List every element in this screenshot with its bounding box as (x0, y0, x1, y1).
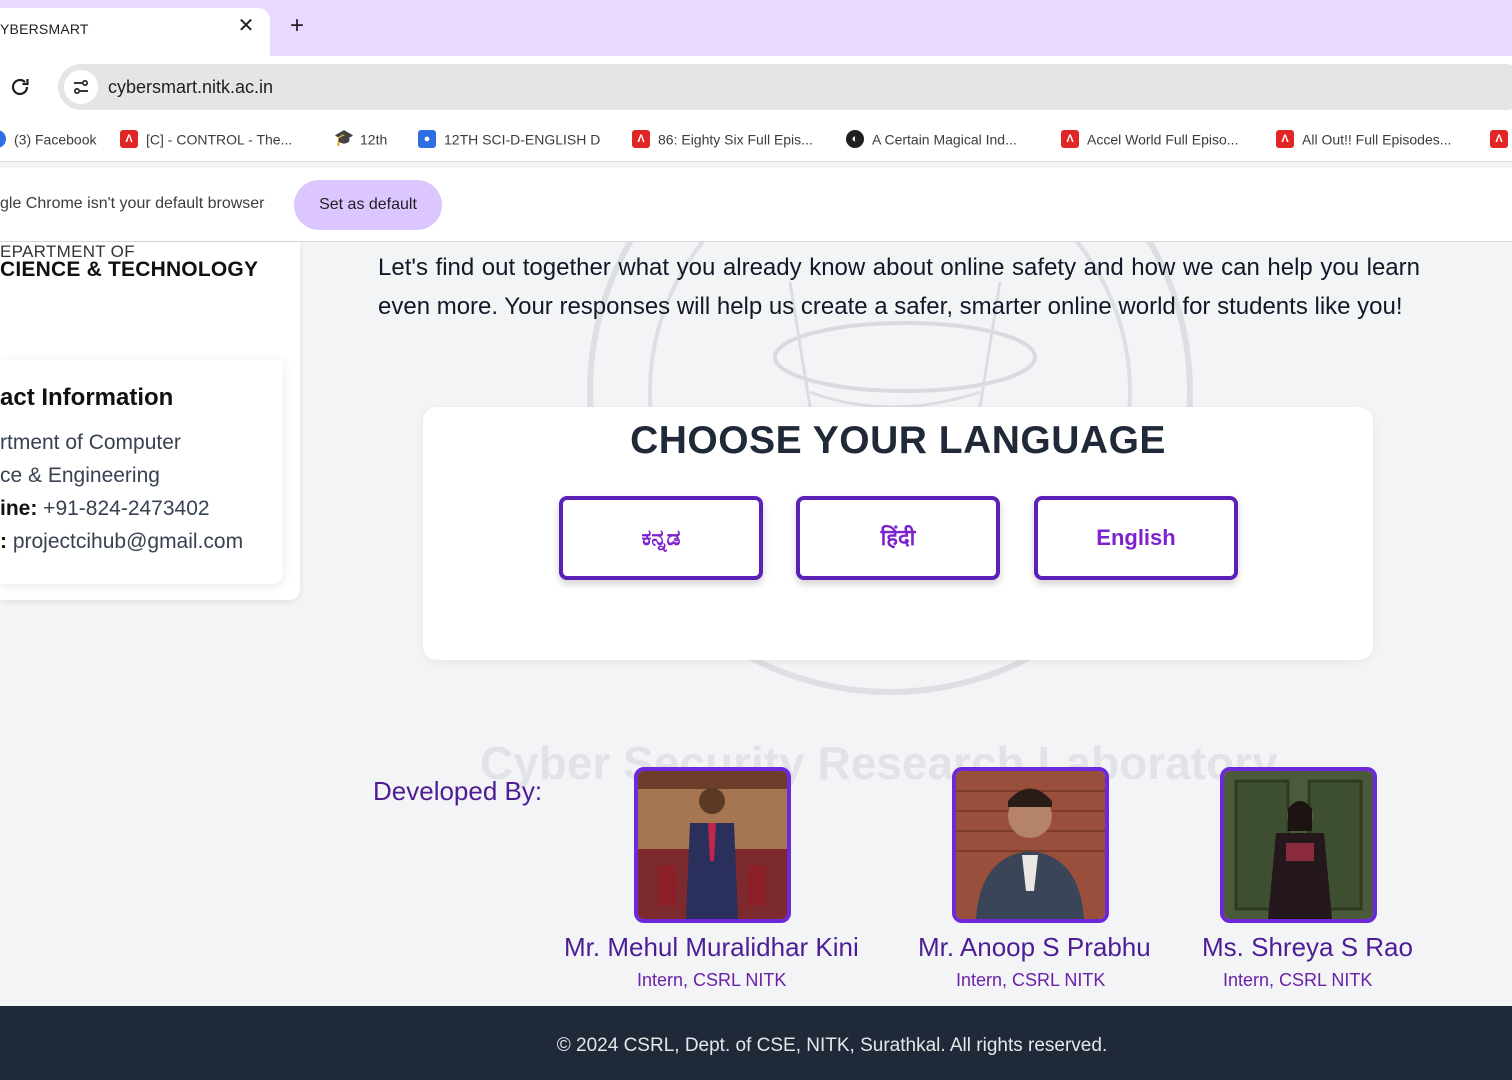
bookmark-accel-world[interactable]: Λ Accel World Full Episo... (1061, 130, 1238, 150)
watermark-text: Cyber Security Research Laboratory (480, 737, 1278, 789)
default-browser-infobar: gle Chrome isn't your default browser Se… (0, 168, 1512, 242)
classroom-icon: ● (418, 130, 436, 149)
bookmark-magical-index[interactable]: ◐ A Certain Magical Ind... (846, 130, 1017, 150)
red-a-icon: Λ (1490, 130, 1508, 149)
footer: © 2024 CSRL, Dept. of CSE, NITK, Surathk… (0, 1006, 1512, 1080)
language-card: CHOOSE YOUR LANGUAGE ಕನ್ನಡ हिंदी English (423, 407, 1373, 660)
active-tab[interactable]: YBERSMART ✕ (0, 8, 270, 56)
set-as-default-button[interactable]: Set as default (294, 180, 442, 230)
hindi-button[interactable]: हिंदी (796, 496, 1000, 580)
url-text[interactable]: cybersmart.nitk.ac.in (108, 77, 273, 98)
developer-role: Intern, CSRL NITK (956, 970, 1106, 990)
red-a-icon: Λ (1276, 130, 1294, 149)
bookmarks-bar: (3) Facebook Λ [C] - CONTROL - The... 🎓 12… (0, 118, 1512, 162)
bookmark-eighty-six[interactable]: Λ 86: Eighty Six Full Epis... (632, 130, 813, 150)
sidebar: EPARTMENT OF CIENCE & TECHNOLOGY act Inf… (0, 242, 300, 600)
developer-role: Intern, CSRL NITK (637, 970, 787, 990)
kannada-button[interactable]: ಕನ್ನಡ (559, 496, 763, 580)
facebook-icon (0, 130, 6, 149)
developer-role: Intern, CSRL NITK (1223, 970, 1373, 990)
department-subheading: CIENCE & TECHNOLOGY (0, 258, 259, 281)
developer-name: Ms. Shreya S Rao (1202, 932, 1413, 962)
developed-by-label: Developed By: (373, 776, 543, 806)
bookmark-control[interactable]: Λ [C] - CONTROL - The... (120, 130, 292, 150)
browser-toolbar: cybersmart.nitk.ac.in (0, 56, 1512, 118)
globe-icon: ◐ (846, 130, 864, 149)
address-bar[interactable]: cybersmart.nitk.ac.in (58, 64, 1512, 110)
close-tab-icon[interactable]: ✕ (236, 16, 256, 36)
contact-email: : projectcihub@gmail.com (0, 530, 243, 554)
reload-icon[interactable] (8, 75, 32, 99)
bookmark-facebook[interactable]: (3) Facebook (0, 130, 96, 150)
email-value[interactable]: projectcihub@gmail.com (7, 530, 243, 553)
tune-icon (73, 79, 89, 95)
contact-title: act Information (0, 384, 174, 411)
contact-address-line2: ce & Engineering (0, 464, 160, 487)
developer-photo (634, 767, 791, 923)
new-tab-button[interactable]: + (284, 14, 310, 40)
red-a-icon: Λ (1061, 130, 1079, 149)
bookmark-12th-sci[interactable]: ● 12TH SCI-D-ENGLISH D (418, 130, 600, 150)
developer-name: Mr. Mehul Muralidhar Kini (564, 932, 859, 962)
red-a-icon: Λ (632, 130, 650, 149)
site-info-button[interactable] (64, 70, 98, 104)
footer-copyright: © 2024 CSRL, Dept. of CSE, NITK, Surathk… (556, 1035, 1108, 1056)
bookmark-all-out[interactable]: Λ All Out!! Full Episodes... (1276, 130, 1451, 150)
phone-label: ine: (0, 497, 38, 520)
tab-strip: YBERSMART ✕ + (0, 0, 1512, 56)
phone-value[interactable]: +91-824-2473402 (37, 497, 209, 520)
tab-title: YBERSMART (0, 21, 89, 37)
developer-name: Mr. Anoop S Prabhu (918, 932, 1151, 962)
language-title: CHOOSE YOUR LANGUAGE (630, 419, 1166, 462)
email-label: : (0, 530, 7, 553)
intro-paragraph: Let's find out together what you already… (378, 254, 1420, 320)
bookmark-12th[interactable]: 🎓 12th (334, 130, 387, 150)
bookmark-overflow[interactable]: Λ (1490, 130, 1512, 150)
contact-phone: ine: +91-824-2473402 (0, 497, 210, 521)
red-a-icon: Λ (120, 130, 138, 149)
english-button[interactable]: English (1034, 496, 1238, 580)
developer-photo (952, 767, 1109, 923)
infobar-message: gle Chrome isn't your default browser (0, 195, 265, 212)
contact-card: act Information rtment of Computer ce & … (0, 360, 283, 584)
graduation-cap-icon: 🎓 (334, 130, 354, 148)
contact-address-line1: rtment of Computer (0, 431, 181, 454)
developer-photo (1220, 767, 1377, 923)
